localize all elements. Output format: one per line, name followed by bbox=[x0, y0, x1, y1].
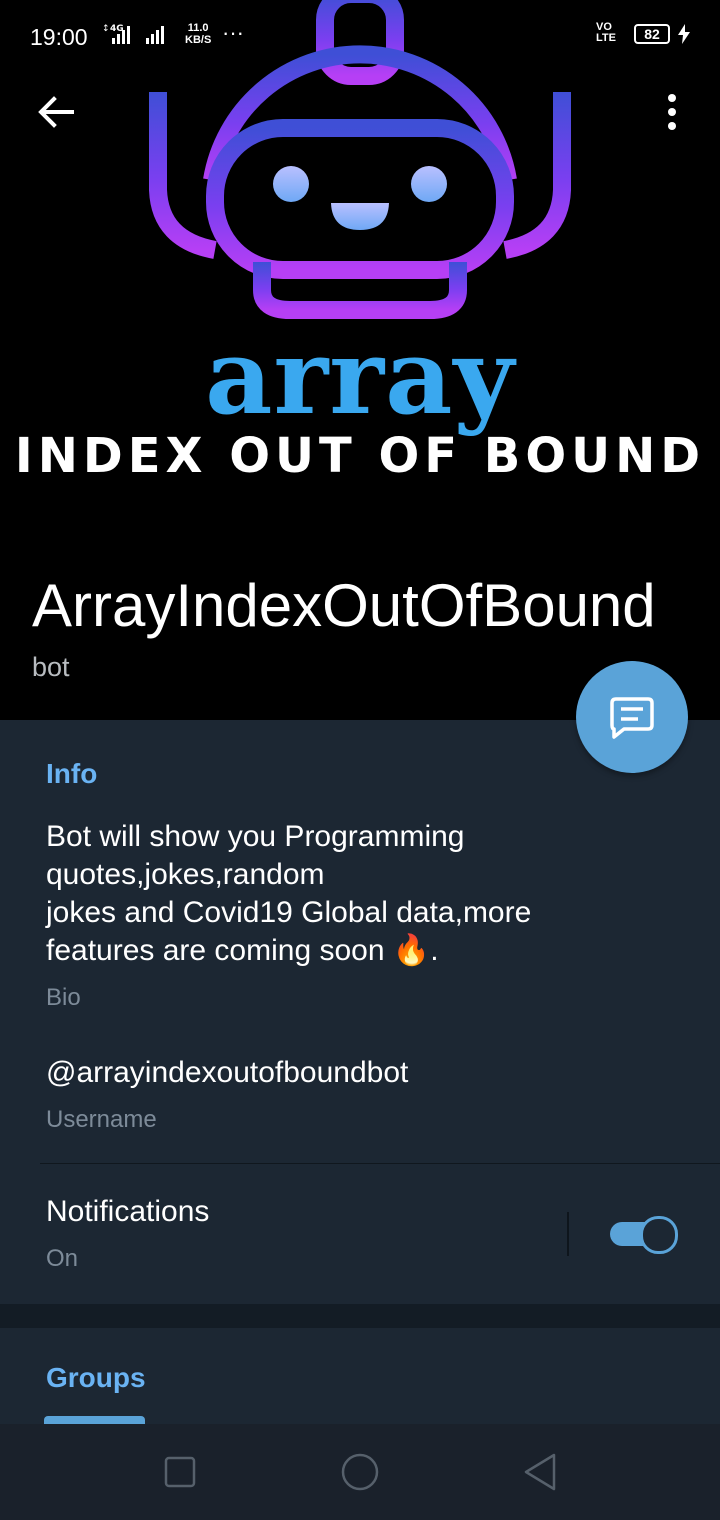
battery-icon: 82 bbox=[634, 24, 670, 44]
network-speed: 11.0 KB/S bbox=[185, 22, 211, 46]
home-button[interactable] bbox=[338, 1450, 382, 1494]
speed-value: 11.0 bbox=[187, 22, 209, 34]
more-menu-button[interactable] bbox=[656, 92, 688, 132]
toggle-knob bbox=[640, 1216, 678, 1254]
arrow-left-icon bbox=[38, 96, 74, 128]
nav-back-button[interactable] bbox=[518, 1450, 562, 1494]
square-icon bbox=[164, 1456, 196, 1488]
bio-label: Bio bbox=[46, 984, 81, 1011]
notifications-status: On bbox=[46, 1245, 79, 1272]
profile-header: array INDEX OUT OF BOUND 19:00 ↕ 4G 11.0… bbox=[0, 0, 720, 720]
logo-word: array bbox=[205, 315, 515, 438]
circle-icon bbox=[341, 1453, 379, 1491]
more-vertical-icon bbox=[668, 94, 676, 130]
volte-icon: VO LTE bbox=[596, 21, 616, 44]
status-bar: 19:00 ↕ 4G 11.0 KB/S ··· VO LTE 82 bbox=[0, 0, 720, 72]
divider bbox=[40, 1163, 720, 1164]
logo-tagline: INDEX OUT OF BOUND bbox=[14, 428, 706, 484]
bio-line: Bot will show you Programming bbox=[46, 820, 465, 853]
profile-type: bot bbox=[32, 652, 70, 682]
info-title: Info bbox=[46, 758, 98, 789]
charging-icon bbox=[677, 24, 691, 49]
notifications-toggle[interactable] bbox=[610, 1216, 678, 1254]
recent-apps-button[interactable] bbox=[158, 1450, 202, 1494]
triangle-back-icon bbox=[524, 1453, 556, 1491]
groups-tab-indicator bbox=[44, 1416, 145, 1424]
signal-icon: ↕ 4G bbox=[100, 22, 170, 48]
status-overflow: ··· bbox=[222, 20, 244, 45]
groups-tab[interactable]: Groups bbox=[46, 1362, 146, 1394]
send-message-button[interactable] bbox=[576, 661, 688, 773]
back-button[interactable] bbox=[34, 92, 78, 132]
svg-text:4G: 4G bbox=[110, 24, 124, 34]
svg-text:↕: ↕ bbox=[102, 24, 110, 34]
username-label: Username bbox=[46, 1106, 157, 1133]
bio-text[interactable]: Bot will show you Programming quotes,jok… bbox=[46, 818, 646, 970]
status-time: 19:00 bbox=[30, 24, 88, 50]
notifications-label[interactable]: Notifications bbox=[46, 1195, 209, 1229]
bio-line: quotes,jokes,random bbox=[46, 858, 325, 891]
section-gap bbox=[0, 1304, 720, 1328]
bio-line: jokes and Covid19 Global data,more bbox=[46, 896, 532, 929]
profile-name: ArrayIndexOutOfBound bbox=[32, 572, 656, 639]
system-nav-bar bbox=[0, 1424, 720, 1520]
username-value[interactable]: @arrayindexoutofboundbot bbox=[46, 1056, 408, 1090]
speed-unit: KB/S bbox=[185, 34, 212, 46]
vertical-separator bbox=[567, 1212, 569, 1256]
message-icon bbox=[610, 697, 654, 739]
bio-line: features are coming soon 🔥. bbox=[46, 934, 439, 967]
